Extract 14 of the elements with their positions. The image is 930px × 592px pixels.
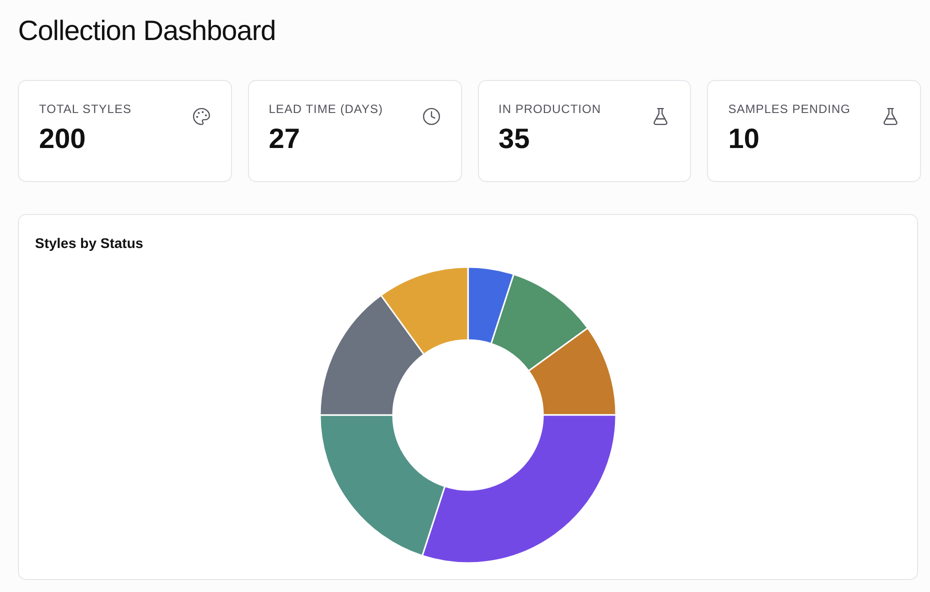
stat-value: 10	[728, 122, 760, 156]
stat-value: 35	[498, 122, 531, 156]
stat-label: SAMPLES PENDING	[728, 101, 850, 118]
clock-icon	[422, 107, 440, 126]
page-title: Collection Dashboard	[18, 14, 277, 48]
stat-value: 200	[39, 122, 87, 156]
stat-label: LEAD TIME (DAYS)	[268, 101, 383, 118]
palette-icon	[192, 107, 211, 126]
stat-value: 27	[268, 122, 301, 156]
chart-title: Styles by Status	[35, 234, 144, 253]
flask-icon	[651, 107, 670, 126]
stat-label: TOTAL STYLES	[39, 101, 132, 118]
flask-icon	[881, 107, 900, 126]
stat-label: IN PRODUCTION	[498, 101, 601, 118]
